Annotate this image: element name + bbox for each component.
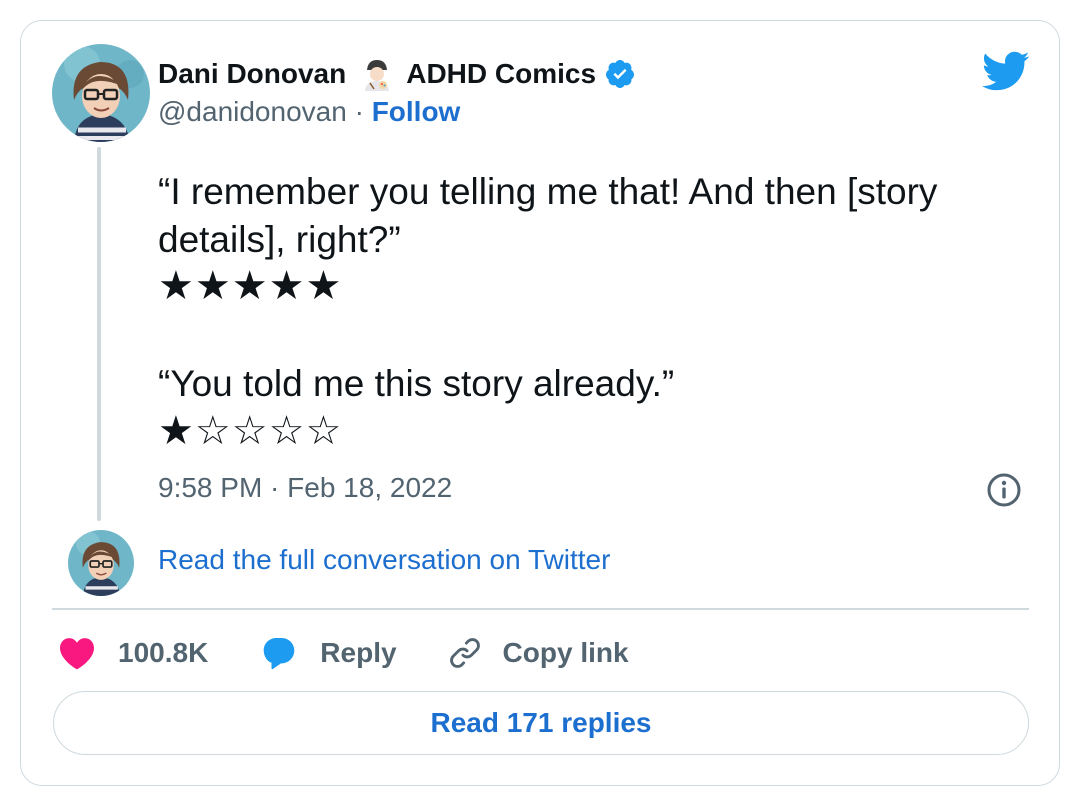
- author-display-suffix[interactable]: ADHD Comics: [406, 58, 596, 90]
- tweet-text-2: “You told me this story already.”: [158, 363, 675, 404]
- rating-stars-one: ★☆☆☆☆: [158, 409, 343, 453]
- info-icon[interactable]: [986, 472, 1022, 508]
- read-conversation-link[interactable]: Read the full conversation on Twitter: [158, 544, 610, 576]
- actions-divider: [52, 608, 1029, 610]
- like-button[interactable]: 100.8K: [58, 636, 208, 670]
- author-handle[interactable]: @danidonovan: [158, 96, 347, 127]
- heart-icon: [60, 638, 94, 670]
- reply-button[interactable]: Reply: [260, 635, 397, 671]
- follow-button[interactable]: Follow: [372, 96, 461, 127]
- copy-link-button[interactable]: Copy link: [447, 635, 629, 671]
- link-icon: [449, 638, 480, 668]
- artist-emoji-icon: [360, 57, 394, 91]
- tweet-text-1: “I remember you telling me that! And the…: [158, 171, 938, 260]
- read-replies-button[interactable]: Read 171 replies: [53, 691, 1029, 755]
- tweet-actions-bar: 100.8K Reply Copy link: [58, 630, 629, 676]
- thread-connector-line: [97, 147, 101, 521]
- handle-separator: ·: [346, 96, 372, 127]
- author-name-row[interactable]: Dani Donovan ADHD Comics: [158, 55, 636, 93]
- like-count: 100.8K: [118, 637, 209, 668]
- speech-bubble-icon: [263, 638, 295, 670]
- verified-badge-icon: [604, 58, 636, 90]
- twitter-bird-icon[interactable]: [980, 50, 1030, 92]
- author-avatar[interactable]: [52, 44, 150, 142]
- author-handle-row: @danidonovan · Follow: [158, 96, 460, 128]
- copy-link-label: Copy link: [502, 637, 629, 668]
- author-display-name[interactable]: Dani Donovan: [158, 58, 346, 90]
- conversation-avatar[interactable]: [68, 530, 134, 596]
- reply-label: Reply: [320, 637, 397, 668]
- tweet-timestamp[interactable]: 9:58 PM · Feb 18, 2022: [158, 472, 452, 504]
- rating-stars-full: ★★★★★: [158, 264, 343, 308]
